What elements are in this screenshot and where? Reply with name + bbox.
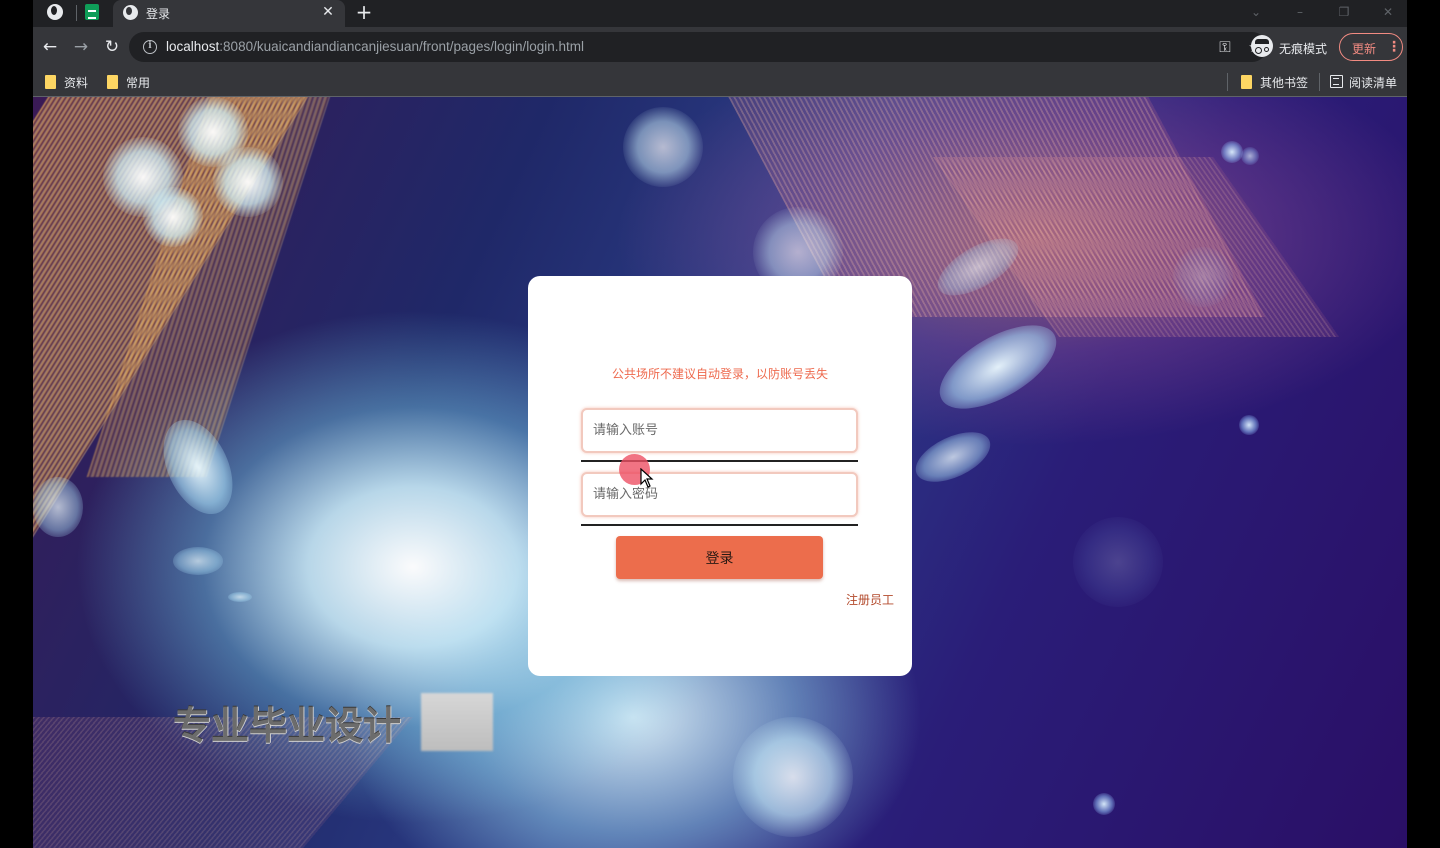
bookmarks-separator	[1319, 73, 1320, 91]
incognito-icon[interactable]	[1251, 35, 1273, 57]
restore-icon[interactable]: ❐	[1334, 2, 1354, 22]
bokeh-light	[1221, 141, 1243, 163]
tab-separator	[76, 5, 77, 21]
folder-icon	[107, 75, 118, 89]
reload-icon[interactable]: ↻	[101, 36, 123, 58]
bookmark-label: 其他书签	[1260, 76, 1309, 90]
bokeh-light	[1073, 517, 1163, 607]
address-bar[interactable]: i localhost:8080/kuaicandiandiancanjiesu…	[129, 32, 1267, 62]
login-card: 公共场所不建议自动登录，以防账号丢失 登录 注册员工	[528, 276, 912, 676]
petal-light	[228, 592, 252, 602]
more-menu-icon[interactable]: ⋮	[1387, 38, 1401, 56]
forward-arrow-icon[interactable]: →	[70, 36, 92, 58]
bokeh-light	[1241, 147, 1259, 165]
tab-title: 登录	[146, 7, 171, 21]
petal-light	[926, 308, 1070, 426]
url-host: localhost	[166, 39, 220, 54]
letterbox-right	[1407, 0, 1440, 848]
back-arrow-icon[interactable]: ←	[39, 36, 61, 58]
login-notice: 公共场所不建议自动登录，以防账号丢失	[611, 367, 828, 381]
tab-strip: 登录 ✕ + ⌄ – ❐ ✕	[33, 0, 1407, 27]
folder-icon	[45, 75, 56, 89]
new-tab-button[interactable]: +	[353, 1, 375, 23]
tab-search-icon[interactable]: ⌄	[1246, 2, 1266, 22]
bokeh-light	[1239, 415, 1259, 435]
bokeh-light	[143, 187, 203, 247]
update-label: 更新	[1352, 42, 1377, 56]
key-icon[interactable]: ⚿	[1215, 37, 1235, 57]
petal-light	[173, 547, 223, 575]
globe-icon	[123, 5, 138, 20]
sheet-tab-icon[interactable]	[85, 4, 99, 20]
bookmark-label: 资料	[64, 76, 89, 90]
reading-list-icon	[1330, 75, 1343, 88]
bokeh-light	[1093, 793, 1115, 815]
bookmark-folder-ziliao[interactable]: 资料	[45, 72, 105, 92]
url-text[interactable]: localhost:8080/kuaicandiandiancanjiesuan…	[166, 39, 584, 54]
url-path: :8080/kuaicandiandiancanjiesuan/front/pa…	[219, 39, 585, 54]
petal-light	[33, 477, 83, 537]
petal-light	[908, 421, 998, 493]
tab-login[interactable]: 登录 ✕	[113, 0, 345, 27]
watermark-text: 专业毕业设计	[173, 704, 402, 748]
bokeh-light	[213, 147, 283, 217]
bookmark-folder-other[interactable]: 其他书签	[1241, 72, 1321, 92]
info-icon[interactable]: i	[143, 40, 157, 54]
bokeh-light	[1173, 247, 1233, 307]
window-close-icon[interactable]: ✕	[1378, 2, 1398, 22]
toolbar: ← → ↻ i localhost:8080/kuaicandiandianca…	[33, 27, 1407, 67]
password-underline	[581, 524, 858, 526]
register-employee-link[interactable]: 注册员工	[846, 591, 894, 608]
reading-list-button[interactable]: 阅读清单	[1330, 72, 1405, 92]
reading-list-label: 阅读清单	[1349, 76, 1398, 90]
watermark-blur	[421, 693, 493, 751]
incognito-label[interactable]: 无痕模式	[1279, 40, 1327, 57]
minimize-icon[interactable]: –	[1290, 2, 1310, 22]
bookmarks-bar: 资料 常用 其他书签 阅读清单	[33, 67, 1407, 97]
folder-icon	[1241, 75, 1252, 89]
page-viewport: 公共场所不建议自动登录，以防账号丢失 登录 注册员工 专业毕业设计	[33, 97, 1407, 848]
bookmarks-separator	[1227, 73, 1228, 91]
bookmark-label: 常用	[126, 76, 151, 90]
update-button[interactable]: 更新 ⋮	[1339, 33, 1403, 61]
browser-window: 登录 ✕ + ⌄ – ❐ ✕ ← → ↻ i localhost:8080/ku…	[33, 0, 1407, 848]
login-button[interactable]: 登录	[616, 536, 823, 579]
letterbox-left	[0, 0, 33, 848]
username-input[interactable]	[581, 408, 858, 453]
incognito-eye	[1264, 47, 1269, 52]
bokeh-light	[733, 717, 853, 837]
bookmark-folder-changyong[interactable]: 常用	[107, 72, 167, 92]
bokeh-light	[623, 107, 703, 187]
close-icon[interactable]: ✕	[319, 3, 337, 21]
globe-icon[interactable]	[47, 4, 63, 20]
